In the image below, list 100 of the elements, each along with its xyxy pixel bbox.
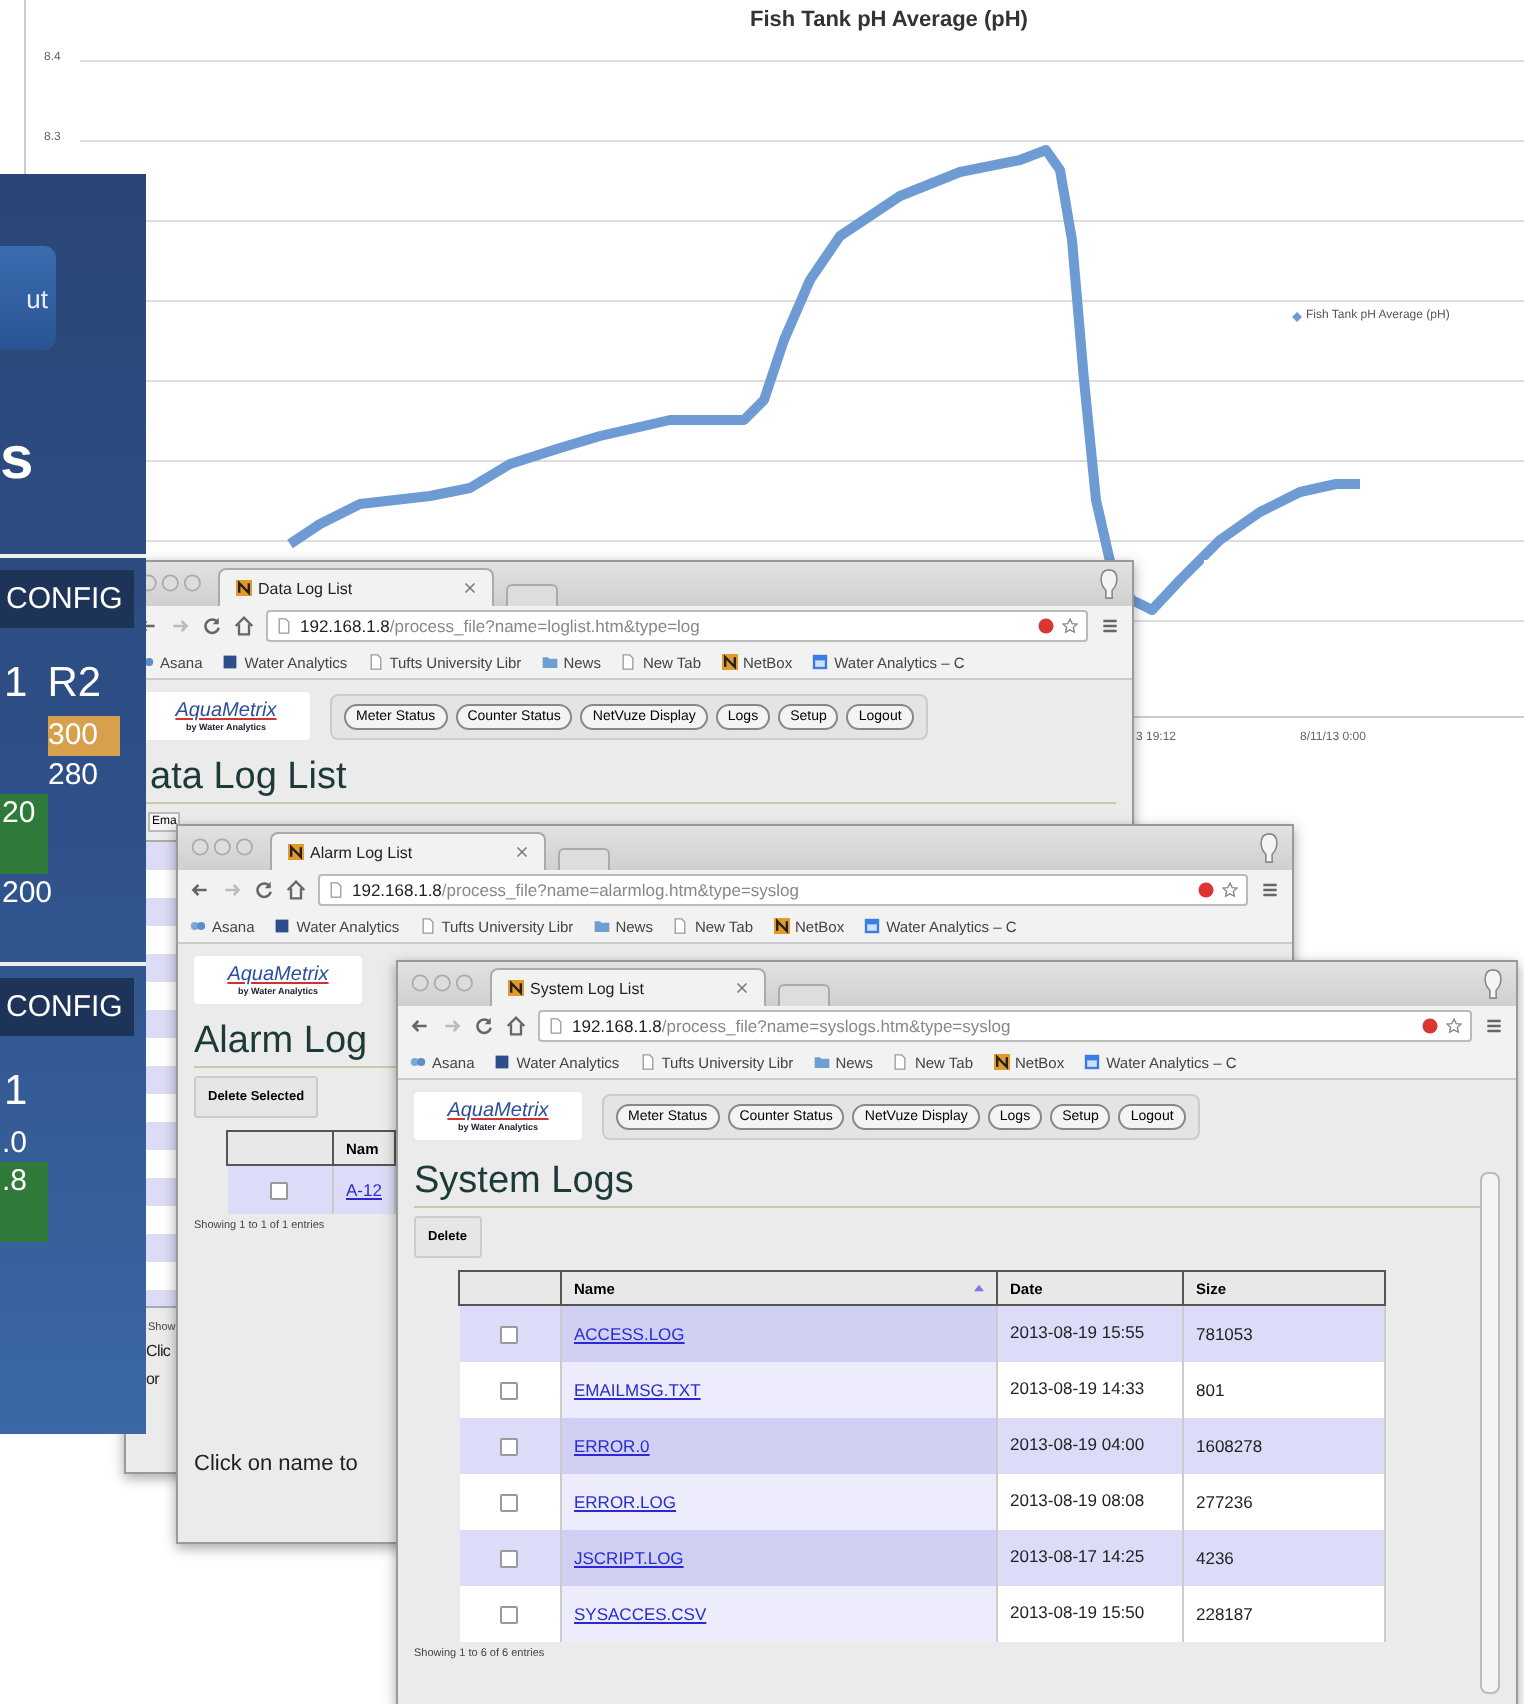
home-icon[interactable] (506, 1016, 526, 1036)
row-checkbox[interactable] (500, 1550, 519, 1569)
date-cell: 2013-08-19 08:08 (997, 1474, 1183, 1530)
n-logo-icon (773, 918, 789, 934)
app-icon (410, 1054, 426, 1070)
folder-icon (593, 918, 610, 934)
menu-icon[interactable] (1260, 880, 1280, 900)
size-cell: 4236 (1183, 1530, 1385, 1586)
star-icon[interactable] (1446, 1018, 1462, 1034)
address-field[interactable]: 192.168.1.8/process_file?name=alarmlog.htm&type=syslog (318, 874, 1248, 906)
column-label: 1 (4, 660, 28, 708)
row-checkbox[interactable] (500, 1326, 519, 1345)
value-cell: .8 (0, 1162, 48, 1242)
site-icon (494, 1054, 511, 1070)
back-arrow-icon[interactable] (190, 880, 210, 900)
folder-icon (813, 1054, 830, 1070)
menu-icon[interactable] (1484, 1016, 1504, 1036)
reload-icon[interactable] (474, 1016, 494, 1036)
column-header (459, 1271, 561, 1305)
row-checkbox[interactable] (500, 1606, 519, 1625)
n-logo-icon (721, 654, 737, 670)
person-icon[interactable] (1258, 830, 1280, 866)
page-icon (419, 918, 436, 934)
page-icon (548, 1018, 564, 1034)
scrollbar[interactable] (1480, 1172, 1500, 1694)
date-cell: 2013-08-19 15:50 (997, 1586, 1183, 1642)
page-icon (620, 654, 637, 670)
site-icon (274, 918, 291, 934)
browser-tab[interactable]: Data Log List (218, 568, 494, 606)
panel-button[interactable]: ut (0, 246, 56, 350)
address-field[interactable]: 192.168.1.8/process_file?name=loglist.htm&type=log (266, 610, 1088, 642)
close-icon[interactable] (736, 982, 748, 994)
size-cell: 781053 (1183, 1305, 1385, 1362)
person-icon[interactable] (1098, 566, 1120, 602)
home-icon[interactable] (286, 880, 306, 900)
close-icon[interactable] (464, 582, 476, 594)
tab-title: Alarm Log List (310, 843, 415, 861)
row-checkbox[interactable] (270, 1181, 289, 1200)
file-link[interactable]: ERROR.0 (574, 1436, 650, 1456)
note-text: or (146, 1369, 160, 1389)
page-icon (367, 654, 384, 670)
n-logo-icon (236, 580, 252, 596)
home-icon[interactable] (234, 616, 254, 636)
star-icon[interactable] (1062, 618, 1078, 634)
page-icon (892, 1054, 909, 1070)
app-icon (190, 918, 206, 934)
column-label: 1 (4, 1067, 28, 1115)
reload-icon[interactable] (202, 616, 222, 636)
calendar-icon (864, 918, 881, 934)
value-cell: 20 (0, 794, 48, 874)
value-cell: 300 (48, 716, 120, 755)
config-tab[interactable]: CONFIG (0, 570, 134, 628)
page-icon (276, 618, 292, 634)
close-icon[interactable] (516, 846, 528, 858)
file-link[interactable]: JSCRIPT.LOG (574, 1548, 684, 1568)
browser-tab[interactable]: System Log List (490, 968, 766, 1006)
site-icon (222, 654, 239, 670)
file-link[interactable]: EMAILMSG.TXT (574, 1380, 701, 1400)
sort-ascending-icon[interactable] (974, 1284, 984, 1292)
date-cell: 2013-08-19 14:33 (997, 1362, 1183, 1418)
page-heading: System Logs (414, 1160, 1480, 1208)
row-checkbox[interactable] (500, 1382, 519, 1401)
note-text: Clic (146, 1342, 171, 1362)
note-text: Click on name to (194, 1452, 360, 1476)
page-icon (672, 918, 689, 934)
file-link[interactable]: ACCESS.LOG (574, 1324, 685, 1344)
size-cell: 277236 (1183, 1474, 1385, 1530)
value-cell-text: 280 (48, 755, 101, 794)
reload-icon[interactable] (254, 880, 274, 900)
n-logo-icon (993, 1054, 1009, 1070)
address-field[interactable]: 192.168.1.8/process_file?name=syslogs.htm&type=syslog (538, 1010, 1472, 1042)
size-cell: 1608278 (1183, 1418, 1385, 1474)
stop-sign-icon[interactable] (1198, 882, 1214, 898)
value-cell-text: .0 (0, 1123, 30, 1162)
stop-sign-icon[interactable] (1038, 618, 1054, 634)
browser-tab[interactable]: Alarm Log List (270, 832, 546, 870)
n-logo-icon (288, 844, 304, 860)
tab-title: Data Log List (258, 579, 355, 597)
calendar-icon (1084, 1054, 1101, 1070)
person-icon[interactable] (1482, 966, 1504, 1002)
back-arrow-icon[interactable] (410, 1016, 430, 1036)
star-icon[interactable] (1222, 882, 1238, 898)
value-cell-text: 200 (0, 874, 55, 913)
calendar-icon (812, 654, 829, 670)
file-link[interactable]: SYSACCES.CSV (574, 1604, 707, 1624)
row-checkbox[interactable] (500, 1494, 519, 1513)
column-label: R2 (47, 660, 102, 708)
row-checkbox[interactable] (500, 1438, 519, 1457)
date-cell: 2013-08-19 04:00 (997, 1418, 1183, 1474)
date-cell: 2013-08-17 14:25 (997, 1530, 1183, 1586)
menu-icon[interactable] (1100, 616, 1120, 636)
folder-icon (541, 654, 558, 670)
page-icon (328, 882, 344, 898)
stop-sign-icon[interactable] (1422, 1018, 1438, 1034)
config-tab[interactable]: CONFIG (0, 977, 134, 1035)
tab-title: System Log List (530, 979, 646, 997)
size-cell: 801 (1183, 1362, 1385, 1418)
page-icon (639, 1054, 656, 1070)
file-link[interactable]: ERROR.LOG (574, 1492, 677, 1512)
n-logo-icon (508, 980, 524, 996)
